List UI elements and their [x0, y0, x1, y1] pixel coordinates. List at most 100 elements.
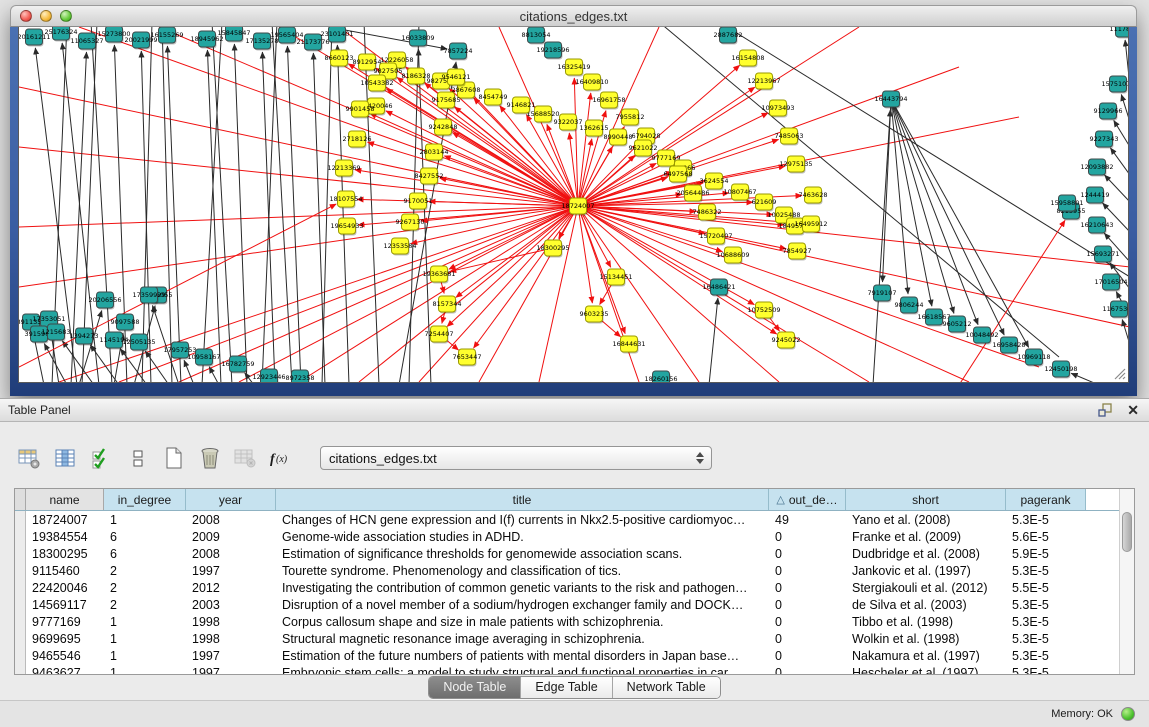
cell-year[interactable]: 1998: [186, 615, 276, 629]
cell-year[interactable]: 2012: [186, 581, 276, 595]
cell-out_degree[interactable]: 0: [769, 530, 846, 544]
tab-node-table[interactable]: Node Table: [429, 677, 521, 698]
cell-in_degree[interactable]: 2: [104, 598, 186, 612]
cell-out_degree[interactable]: 0: [769, 581, 846, 595]
column-visibility-button[interactable]: [52, 445, 79, 472]
cell-pagerank[interactable]: 5.6E-5: [1006, 530, 1086, 544]
table-row[interactable]: 946362711997Embryonic stem cells: a mode…: [15, 664, 1134, 675]
cell-in_degree[interactable]: 2: [104, 581, 186, 595]
cell-name[interactable]: 9463627: [26, 666, 104, 676]
cell-title[interactable]: Genome-wide association studies in ADHD.: [276, 530, 769, 544]
new-table-button[interactable]: [160, 445, 187, 472]
cell-short[interactable]: Yano et al. (2008): [846, 513, 1006, 527]
cell-in_degree[interactable]: 1: [104, 615, 186, 629]
cell-pagerank[interactable]: 5.3E-5: [1006, 649, 1086, 663]
table-row[interactable]: 1830029562008Estimation of significance …: [15, 545, 1134, 562]
cell-out_degree[interactable]: 0: [769, 666, 846, 676]
cell-in_degree[interactable]: 1: [104, 632, 186, 646]
column-header-in_degree[interactable]: in_degree: [104, 489, 186, 510]
cell-title[interactable]: Estimation of the future numbers of pati…: [276, 649, 769, 663]
cell-pagerank[interactable]: 5.3E-5: [1006, 564, 1086, 578]
cell-pagerank[interactable]: 5.3E-5: [1006, 513, 1086, 527]
column-header-name[interactable]: name: [26, 489, 104, 510]
cell-year[interactable]: 2008: [186, 513, 276, 527]
table-row[interactable]: 911546021997Tourette syndrome. Phenomeno…: [15, 562, 1134, 579]
function-builder-button[interactable]: f(x): [268, 445, 295, 472]
cell-title[interactable]: Investigating the contribution of common…: [276, 581, 769, 595]
table-settings-button[interactable]: [16, 445, 43, 472]
table-row[interactable]: 1872400712008Changes of HCN gene express…: [15, 511, 1134, 528]
row-height-button[interactable]: [124, 445, 151, 472]
cell-pagerank[interactable]: 5.3E-5: [1006, 615, 1086, 629]
cell-year[interactable]: 1997: [186, 564, 276, 578]
cell-out_degree[interactable]: 49: [769, 513, 846, 527]
cell-short[interactable]: Hescheler et al. (1997): [846, 666, 1006, 676]
resize-grip[interactable]: [1112, 366, 1126, 380]
table-row[interactable]: 1456911722003Disruption of a novel membe…: [15, 596, 1134, 613]
column-header-title[interactable]: title: [276, 489, 769, 510]
cell-title[interactable]: Structural magnetic resonance image aver…: [276, 632, 769, 646]
cell-title[interactable]: Estimation of significance thresholds fo…: [276, 547, 769, 561]
cell-short[interactable]: Nakamura et al. (1997): [846, 649, 1006, 663]
float-panel-icon[interactable]: [1098, 403, 1113, 417]
cell-pagerank[interactable]: 5.5E-5: [1006, 581, 1086, 595]
tab-network-table[interactable]: Network Table: [613, 677, 720, 698]
cell-short[interactable]: Stergiakouli et al. (2012): [846, 581, 1006, 595]
tab-edge-table[interactable]: Edge Table: [521, 677, 612, 698]
cell-year[interactable]: 1997: [186, 649, 276, 663]
scrollbar-thumb[interactable]: [1122, 512, 1132, 552]
cell-in_degree[interactable]: 1: [104, 649, 186, 663]
cell-in_degree[interactable]: 2: [104, 564, 186, 578]
cell-out_degree[interactable]: 0: [769, 615, 846, 629]
cell-year[interactable]: 2003: [186, 598, 276, 612]
cell-in_degree[interactable]: 6: [104, 547, 186, 561]
select-rows-button[interactable]: [88, 445, 115, 472]
cell-short[interactable]: Tibbo et al. (1998): [846, 615, 1006, 629]
cell-name[interactable]: 9465546: [26, 649, 104, 663]
cell-pagerank[interactable]: 5.9E-5: [1006, 547, 1086, 561]
cell-name[interactable]: 18300295: [26, 547, 104, 561]
cell-name[interactable]: 9777169: [26, 615, 104, 629]
cell-out_degree[interactable]: 0: [769, 564, 846, 578]
table-row[interactable]: 2242004622012Investigating the contribut…: [15, 579, 1134, 596]
cell-pagerank[interactable]: 5.3E-5: [1006, 632, 1086, 646]
vertical-scrollbar[interactable]: [1119, 489, 1134, 674]
cell-short[interactable]: Jankovic et al. (1997): [846, 564, 1006, 578]
cell-name[interactable]: 9115460: [26, 564, 104, 578]
cell-out_degree[interactable]: 0: [769, 598, 846, 612]
column-header-short[interactable]: short: [846, 489, 1006, 510]
cell-year[interactable]: 1998: [186, 632, 276, 646]
cell-short[interactable]: Franke et al. (2009): [846, 530, 1006, 544]
cell-in_degree[interactable]: 6: [104, 530, 186, 544]
cell-year[interactable]: 2009: [186, 530, 276, 544]
cell-year[interactable]: 2008: [186, 547, 276, 561]
column-header-year[interactable]: year: [186, 489, 276, 510]
table-select-dropdown[interactable]: citations_edges.txt: [320, 446, 712, 470]
cell-name[interactable]: 9699695: [26, 632, 104, 646]
cell-title[interactable]: Changes of HCN gene expression and I(f) …: [276, 513, 769, 527]
table-row[interactable]: 1938455462009Genome-wide association stu…: [15, 528, 1134, 545]
window-titlebar[interactable]: citations_edges.txt: [10, 5, 1137, 27]
cell-title[interactable]: Corpus callosum shape and size in male p…: [276, 615, 769, 629]
column-header-pagerank[interactable]: pagerank: [1006, 489, 1086, 510]
table-row[interactable]: 946554611997Estimation of the future num…: [15, 647, 1134, 664]
cell-name[interactable]: 19384554: [26, 530, 104, 544]
delete-column-button[interactable]: [196, 445, 223, 472]
close-panel-icon[interactable]: ✕: [1127, 402, 1139, 418]
cell-title[interactable]: Disruption of a novel member of a sodium…: [276, 598, 769, 612]
cell-pagerank[interactable]: 5.3E-5: [1006, 666, 1086, 676]
column-header-out_degree[interactable]: △out_de…: [769, 489, 846, 510]
cell-year[interactable]: 1997: [186, 666, 276, 676]
cell-name[interactable]: 14569117: [26, 598, 104, 612]
cell-name[interactable]: 18724007: [26, 513, 104, 527]
cell-out_degree[interactable]: 0: [769, 547, 846, 561]
cell-short[interactable]: Dudbridge et al. (2008): [846, 547, 1006, 561]
cell-out_degree[interactable]: 0: [769, 649, 846, 663]
cell-title[interactable]: Tourette syndrome. Phenomenology and cla…: [276, 564, 769, 578]
cell-short[interactable]: Wolkin et al. (1998): [846, 632, 1006, 646]
table-row[interactable]: 977716911998Corpus callosum shape and si…: [15, 613, 1134, 630]
table-row[interactable]: 969969511998Structural magnetic resonanc…: [15, 630, 1134, 647]
cell-name[interactable]: 22420046: [26, 581, 104, 595]
cell-out_degree[interactable]: 0: [769, 632, 846, 646]
cell-in_degree[interactable]: 1: [104, 666, 186, 676]
